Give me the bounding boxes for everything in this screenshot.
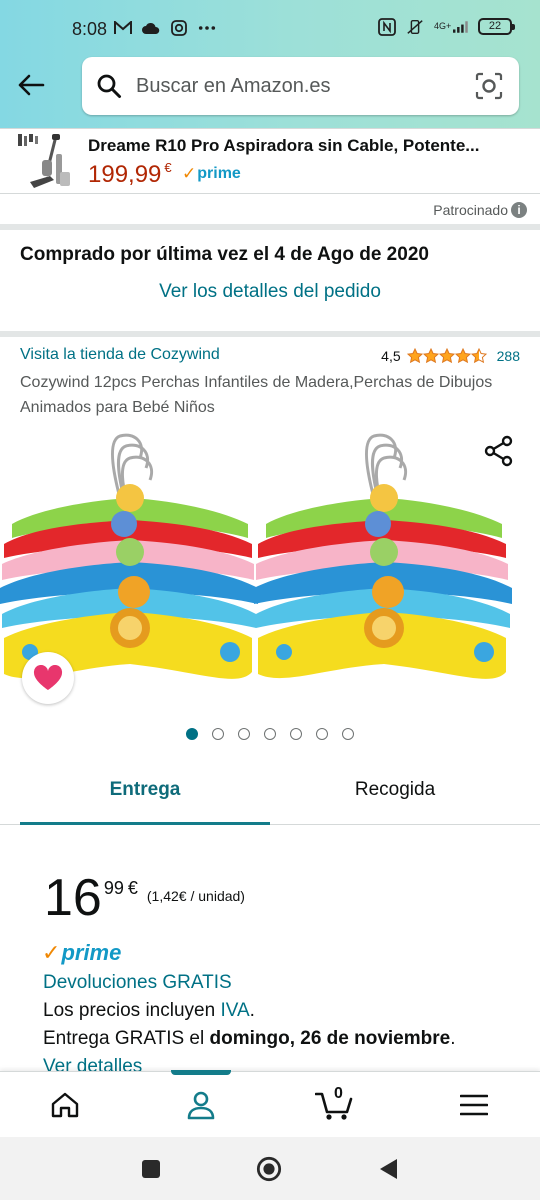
active-nav-indicator — [171, 1070, 231, 1075]
iva-link[interactable]: IVA — [220, 1000, 249, 1021]
share-icon[interactable] — [482, 434, 516, 468]
back-system-button[interactable] — [375, 1156, 401, 1182]
image-pagination[interactable] — [0, 728, 540, 740]
status-left-icons — [114, 20, 216, 36]
price-currency: € — [127, 878, 138, 898]
nfc-icon — [378, 17, 396, 36]
bottom-nav: 0 — [0, 1070, 540, 1137]
header: 8:08 4G+ 22 Buscar en Amazon.es — [0, 0, 540, 128]
search-icon — [97, 74, 121, 98]
search-bar[interactable] — [82, 57, 519, 115]
price-whole: 16 — [44, 869, 102, 927]
tax-notice: Los precios incluyen IVA. — [43, 1000, 255, 1021]
system-navigation-bar — [0, 1137, 540, 1200]
store-link[interactable]: Visita la tienda de Cozywind — [20, 346, 220, 364]
pagination-dot[interactable] — [212, 728, 224, 740]
more-notifications-icon — [198, 20, 216, 36]
active-tab-indicator — [20, 822, 270, 825]
recents-button[interactable] — [138, 1156, 164, 1182]
sponsored-title[interactable]: Dreame R10 Pro Aspiradora sin Cable, Pot… — [88, 136, 528, 156]
status-right-icons: 4G+ 22 — [378, 17, 515, 36]
pagination-dot[interactable] — [264, 728, 276, 740]
prime-badge: ✓ prime — [182, 164, 241, 183]
triangle-back-icon — [380, 1159, 397, 1179]
vibrate-off-icon — [406, 19, 424, 35]
gmail-icon — [114, 20, 132, 36]
back-arrow-icon — [18, 74, 45, 96]
info-icon[interactable]: i — [511, 202, 527, 218]
product-title: Cozywind 12pcs Perchas Infantiles de Mad… — [20, 374, 493, 416]
home-icon — [51, 1092, 79, 1118]
signal-icon: 4G+ — [434, 19, 468, 35]
sponsored-product-banner[interactable]: Dreame R10 Pro Aspiradora sin Cable, Pot… — [0, 128, 540, 194]
nav-menu[interactable] — [454, 1087, 494, 1123]
prime-check-icon: ✓ — [182, 164, 197, 183]
product-image[interactable] — [0, 428, 540, 710]
heart-icon — [33, 665, 63, 690]
cart-count: 0 — [334, 1085, 343, 1102]
tab-recogida[interactable]: Recogida — [270, 779, 520, 801]
hamburger-menu-icon — [460, 1094, 488, 1116]
search-input[interactable] — [136, 74, 456, 98]
unit-price: (1,42€ / unidad) — [146, 888, 245, 904]
rating-value: 4,5 — [381, 348, 401, 364]
account-icon — [187, 1091, 215, 1120]
back-button[interactable] — [14, 68, 48, 102]
prime-logo: ✓ prime — [42, 940, 122, 965]
tab-entrega[interactable]: Entrega — [20, 779, 270, 801]
pagination-dot[interactable] — [186, 728, 198, 740]
camera-lens-icon[interactable] — [475, 72, 503, 100]
amazon-product-page: 8:08 4G+ 22 Buscar en Amazon.es Dreame R… — [0, 0, 540, 1200]
star-rating-icon — [406, 348, 487, 364]
sponsored-price: 199,99 € — [88, 160, 172, 188]
home-system-button[interactable] — [256, 1156, 282, 1182]
order-details-link[interactable]: Ver los detalles del pedido — [0, 281, 540, 303]
square-icon — [142, 1160, 160, 1178]
price-cents: 99 — [103, 878, 124, 898]
nav-home[interactable] — [45, 1087, 85, 1123]
status-bar: 8:08 4G+ 22 — [0, 0, 540, 56]
section-divider — [0, 331, 540, 337]
section-divider — [0, 224, 540, 230]
nav-cart[interactable]: 0 — [315, 1085, 355, 1123]
battery-indicator: 22 — [478, 18, 515, 35]
delivery-tabs: Entrega Recogida — [0, 763, 540, 825]
pagination-dot[interactable] — [342, 728, 354, 740]
product-rating[interactable]: 4,5 288 — [381, 348, 520, 364]
pagination-dot[interactable] — [238, 728, 250, 740]
vacuum-thumbnail — [18, 134, 70, 188]
review-count: 288 — [496, 348, 520, 364]
last-purchased-notice: Comprado por última vez el 4 de Ago de 2… — [20, 244, 429, 265]
sponsored-label: Patrocinado — [433, 202, 508, 218]
pagination-dot[interactable] — [316, 728, 328, 740]
free-returns-link[interactable]: Devoluciones GRATIS — [43, 972, 232, 994]
delivery-date: Entrega GRATIS el domingo, 26 de noviemb… — [43, 1028, 456, 1049]
prime-check-icon: ✓ — [42, 940, 61, 965]
instagram-icon — [170, 20, 188, 36]
pagination-dot[interactable] — [290, 728, 302, 740]
nav-account[interactable] — [181, 1087, 221, 1123]
status-time: 8:08 — [72, 19, 108, 39]
product-price: 16 99 € (1,42€ / unidad) — [44, 868, 245, 928]
cloud-icon — [142, 20, 160, 36]
circle-icon — [256, 1156, 282, 1182]
wishlist-button[interactable] — [22, 652, 74, 704]
